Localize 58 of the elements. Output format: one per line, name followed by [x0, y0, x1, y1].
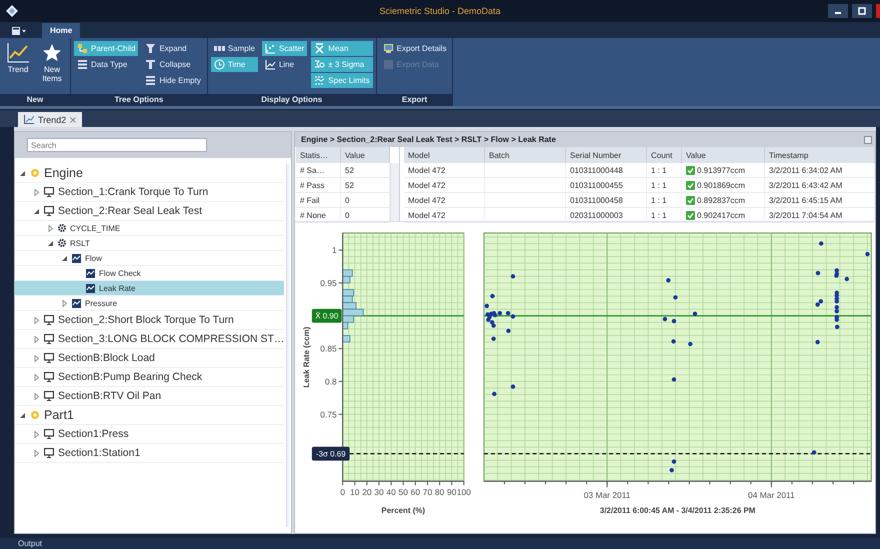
axis-tick-label: 40 — [386, 487, 396, 498]
axis-tick-label: 50 — [398, 487, 408, 498]
group-label: New — [0, 94, 70, 106]
table-cell: 1 : 1 — [646, 178, 682, 192]
table-cell: 3/2/2011 6:45:15 AM — [764, 192, 874, 208]
axis-title: Leak Rate (ccm) — [302, 326, 311, 388]
axis-tick-label: 0.95 — [320, 278, 337, 288]
mean-label: X̄ 0.90 — [312, 308, 342, 323]
table-cell: Model 472 — [404, 178, 484, 192]
table-cell: # Pass — [296, 178, 340, 192]
axis-title: 3/2/2011 6:00:45 AM - 3/4/2011 2:35:26 PM — [600, 506, 756, 516]
table-cell: 0.902417ccm — [697, 210, 746, 220]
status-bar: Output — [0, 538, 880, 549]
axis-title: Percent (%) — [381, 506, 426, 516]
axis-tick-label: 80 — [434, 487, 444, 498]
table-cell: 0.901869ccm — [697, 180, 746, 190]
table-cell: 0.913977ccm — [697, 166, 746, 174]
table-cell: Model 472 — [404, 192, 484, 208]
axis-tick-label: 20 — [362, 487, 372, 498]
table-cell: 3/2/2011 7:04:54 AM — [764, 208, 874, 222]
sigma-label: -3σ 0.69 — [312, 446, 350, 461]
axis-tick-label: 30 — [374, 487, 384, 498]
table-cell: # Fail — [296, 192, 340, 208]
table-cell: 3/2/2011 6:43:42 AM — [764, 178, 874, 192]
table-cell: 010311000455 — [566, 178, 646, 192]
group-label: Export — [376, 94, 452, 106]
tab-label: Trend2 — [38, 114, 66, 124]
axis-tick-label: 0.8 — [324, 376, 337, 386]
axis-tick-label: 70 — [422, 487, 432, 498]
table-cell: 020311000003 — [566, 208, 646, 222]
breadcrumb: Engine > Section_2:Rear Seal Leak Test > RSLT > Flow > Leak Rate — [301, 135, 556, 144]
group-label: Display Options — [208, 94, 376, 106]
axis-tick-label: 1 — [332, 245, 337, 256]
ref-line-label: X̄ 0.90 — [315, 312, 339, 321]
table-cell: 1 : 1 — [646, 163, 682, 178]
axis-tick-label: 0 — [340, 487, 346, 498]
window-title: Sciemetric Studio - DemoData — [379, 6, 501, 16]
table-cell: 1 : 1 — [646, 208, 682, 222]
ref-line-label: -3σ 0.69 — [316, 450, 346, 459]
group-label: Tree Options — [71, 94, 207, 106]
table-cell: 0 — [340, 208, 390, 222]
axis-tick-label: 90 — [447, 487, 456, 498]
table-cell: 3/2/2011 6:34:02 AM — [764, 163, 874, 178]
table-cell: # Sa… — [296, 163, 340, 178]
axis-tick-label: 04 Mar 2011 — [748, 490, 795, 500]
axis-tick-label: 03 Mar 2011 — [583, 490, 630, 500]
table-cell: 1 : 1 — [646, 192, 682, 208]
axis-tick-label: 60 — [410, 487, 420, 498]
axis-tick-label: 100 — [456, 487, 471, 498]
table-cell: 010311000458 — [566, 192, 646, 208]
table-cell: Model 472 — [404, 208, 484, 222]
axis-tick-label: 10 — [350, 487, 360, 498]
axis-tick-label: 0.75 — [320, 409, 337, 420]
table-cell: 010311000448 — [566, 163, 646, 178]
table-cell: # None — [296, 208, 340, 222]
table-cell: Model 472 — [404, 163, 484, 178]
table-cell: 0.892837ccm — [697, 196, 746, 204]
axis-tick-label: 0.85 — [320, 344, 337, 354]
